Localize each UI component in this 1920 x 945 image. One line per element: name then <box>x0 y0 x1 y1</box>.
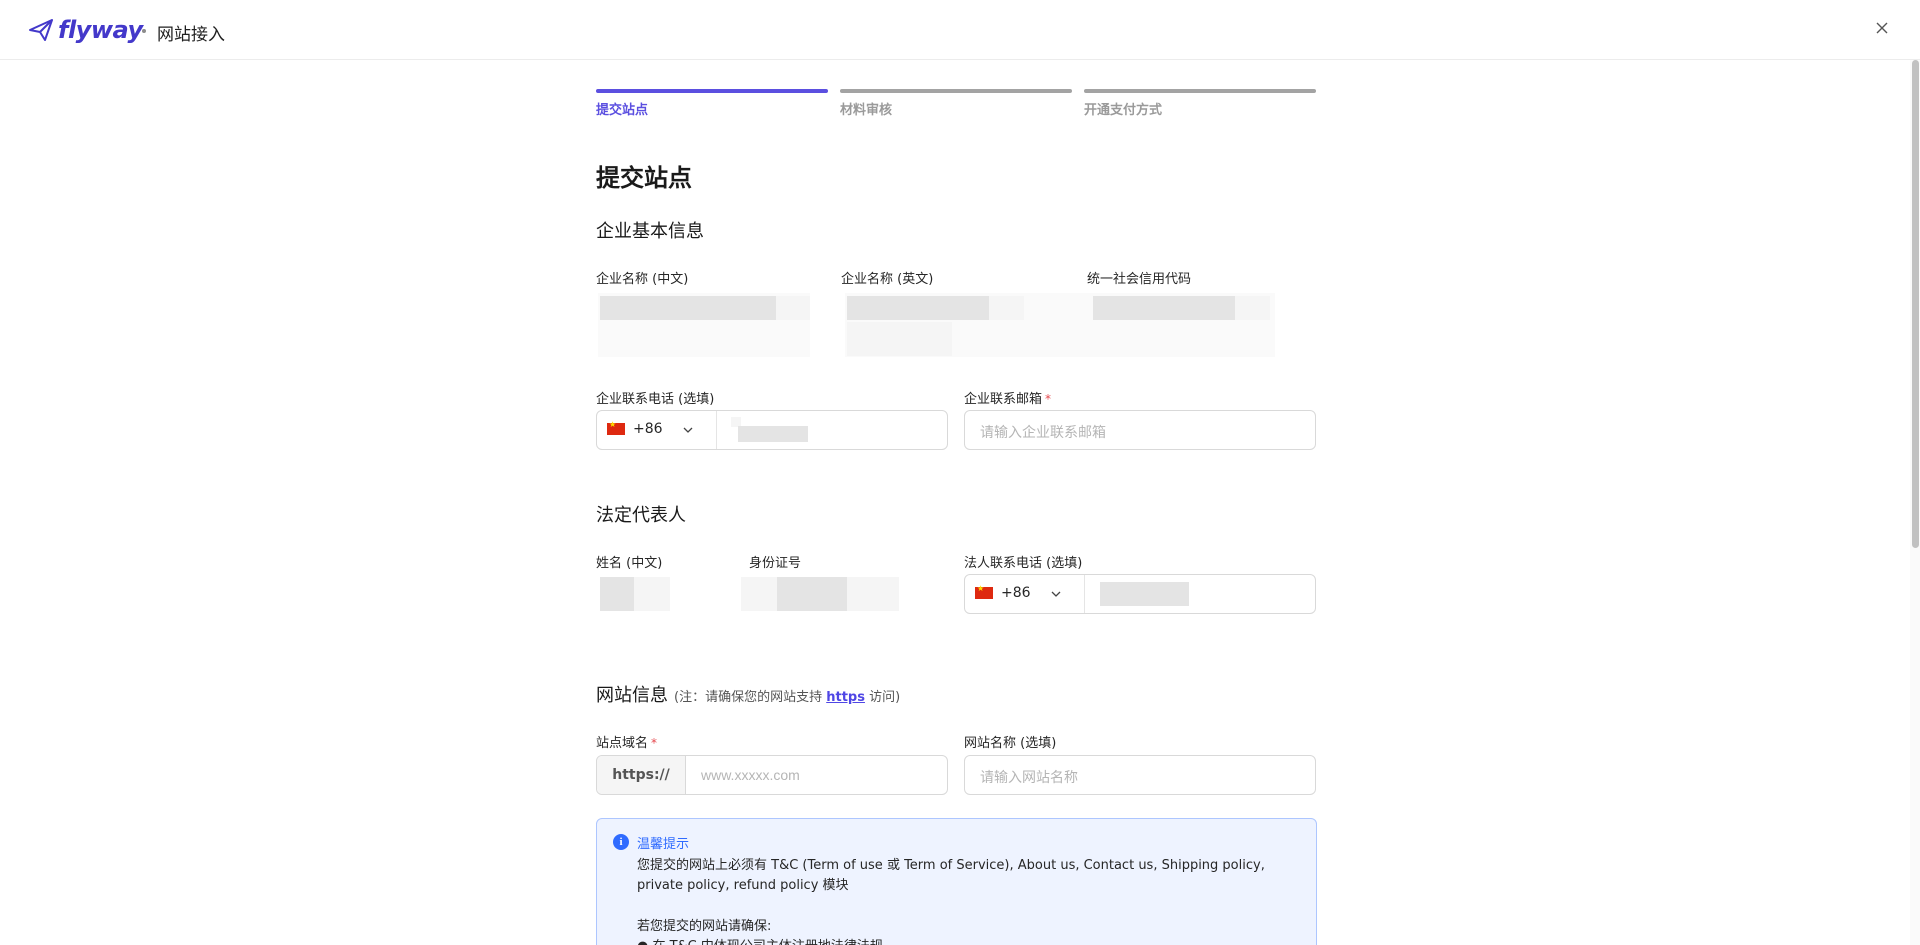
country-code-value: +86 <box>633 421 663 437</box>
company-email-input[interactable]: 请输入企业联系邮箱 <box>964 410 1316 450</box>
legal-phone-input[interactable] <box>1086 575 1315 613</box>
https-note: (注：请确保您的网站支持 https 访问) <box>674 690 900 705</box>
country-code-select[interactable]: +86 <box>597 411 717 449</box>
step-progress-bar <box>1084 89 1316 93</box>
scrollbar-thumb[interactable] <box>1912 60 1919 548</box>
chevron-down-icon <box>1051 591 1061 597</box>
https-prefix-addon: https:// <box>597 756 686 794</box>
page-title: 网站接入 <box>157 25 225 45</box>
step-label: 材料审核 <box>840 103 893 118</box>
flyway-logo: flyway <box>28 16 143 44</box>
step-progress-bar <box>840 89 1072 93</box>
tip-title: 温馨提示 <box>637 837 690 852</box>
company-name-en-label: 企业名称 (英文) <box>841 272 934 287</box>
tip-box: i 温馨提示 您提交的网站上必须有 T&C (Term of use 或 Ter… <box>596 818 1317 945</box>
china-flag-icon <box>975 584 993 599</box>
https-link[interactable]: https <box>826 690 865 705</box>
country-code-value: +86 <box>1001 585 1031 601</box>
domain-placeholder: www.xxxxx.com <box>701 767 800 783</box>
tip-text-secondary: 若您提交的网站请确保: <box>637 919 772 934</box>
company-email-label: 企业联系邮箱 * <box>964 388 1051 407</box>
chevron-down-icon <box>683 427 693 433</box>
legal-section-heading: 法定代表人 <box>596 505 686 526</box>
form-title: 提交站点 <box>596 164 692 192</box>
site-name-input[interactable]: 请输入网站名称 <box>964 755 1316 795</box>
legal-phone-field: +86 <box>964 574 1316 614</box>
info-icon: i <box>613 834 629 850</box>
company-phone-input[interactable] <box>718 411 947 449</box>
china-flag-icon <box>607 420 625 435</box>
https-note-suffix: 访问) <box>869 690 901 705</box>
legal-name-label: 姓名 (中文) <box>596 556 663 571</box>
company-email-placeholder: 请输入企业联系邮箱 <box>980 425 1106 441</box>
step-submit-site: 提交站点 <box>596 89 828 118</box>
required-mark: * <box>1045 392 1052 406</box>
company-phone-field: +86 <box>596 410 948 450</box>
paper-plane-icon <box>29 19 53 41</box>
step-material-review: 材料审核 <box>840 89 1072 118</box>
website-section-heading: 网站信息 (注：请确保您的网站支持 https 访问) <box>596 681 900 707</box>
step-label: 开通支付方式 <box>1084 103 1163 118</box>
step-progress-bar <box>596 89 828 93</box>
https-note-prefix: (注：请确保您的网站支持 <box>674 690 823 705</box>
tip-bullet: ● 在 T&C 中体现公司主体注册地法律法规 <box>637 935 883 945</box>
step-enable-payment: 开通支付方式 <box>1084 89 1316 118</box>
credit-code-label: 统一社会信用代码 <box>1087 272 1192 287</box>
domain-label: 站点域名 * <box>596 732 657 751</box>
company-name-cn-label: 企业名称 (中文) <box>596 272 689 287</box>
company-email-label-text: 企业联系邮箱 <box>964 392 1043 407</box>
legal-phone-label: 法人联系电话 (选填) <box>964 556 1083 571</box>
tip-text: 您提交的网站上必须有 T&C (Term of use 或 Term of Se… <box>637 858 1265 893</box>
title-separator <box>142 29 146 33</box>
company-section-heading: 企业基本信息 <box>596 221 704 242</box>
website-section-title: 网站信息 <box>596 685 668 706</box>
site-name-placeholder: 请输入网站名称 <box>980 770 1078 786</box>
step-label: 提交站点 <box>596 103 649 118</box>
company-phone-label: 企业联系电话 (选填) <box>596 392 715 407</box>
required-mark: * <box>651 736 658 750</box>
domain-label-text: 站点域名 <box>596 736 649 751</box>
country-code-select[interactable]: +86 <box>965 575 1085 613</box>
site-name-label: 网站名称 (选填) <box>964 736 1057 751</box>
legal-id-label: 身份证号 <box>749 556 802 571</box>
brand-name: flyway <box>58 16 143 44</box>
domain-field: https:// www.xxxxx.com <box>596 755 948 795</box>
domain-input[interactable]: www.xxxxx.com <box>687 756 947 794</box>
close-icon[interactable] <box>1872 18 1892 38</box>
top-bar: flyway 网站接入 <box>0 0 1920 60</box>
